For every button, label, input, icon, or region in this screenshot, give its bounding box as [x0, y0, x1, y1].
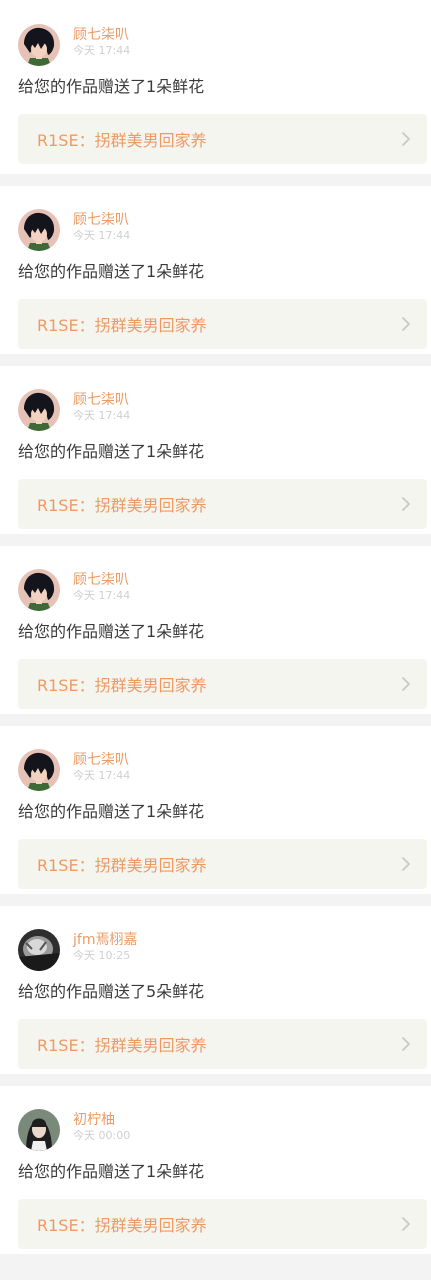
work-title: R1SE：拐群美男回家养 — [37, 1036, 207, 1055]
chevron-right-icon — [402, 857, 410, 871]
timestamp: 今天 00:00 — [73, 1129, 131, 1142]
username[interactable]: 初柠柚 — [73, 1111, 130, 1129]
timestamp: 今天 17:44 — [73, 229, 131, 242]
chevron-right-icon — [402, 1037, 410, 1051]
gift-message: 给您的作品赠送了1朵鲜花 — [18, 77, 205, 96]
chevron-right-icon — [402, 677, 410, 691]
work-title: R1SE：拐群美男回家养 — [37, 316, 207, 335]
timestamp: 今天 17:44 — [73, 769, 131, 782]
timestamp: 今天 17:44 — [73, 409, 131, 422]
notification-card: 初柠柚 今天 00:00 给您的作品赠送了1朵鲜花 R1SE：拐群美男回家养 — [0, 1086, 431, 1254]
work-title: R1SE：拐群美男回家养 — [37, 1216, 207, 1235]
work-title: R1SE：拐群美男回家养 — [37, 856, 207, 875]
chevron-right-icon — [402, 497, 410, 511]
anime-avatar-icon[interactable] — [18, 209, 60, 251]
photo-avatar-icon[interactable] — [18, 929, 60, 971]
notification-card: 顾七柒叭 今天 17:44 给您的作品赠送了1朵鲜花 R1SE：拐群美男回家养 — [0, 0, 431, 174]
timestamp: 今天 17:44 — [73, 44, 131, 57]
work-title: R1SE：拐群美男回家养 — [37, 131, 207, 150]
work-link[interactable]: R1SE：拐群美男回家养 — [18, 114, 427, 164]
chevron-right-icon — [402, 132, 410, 146]
anime-avatar-icon[interactable] — [18, 749, 60, 791]
work-link[interactable]: R1SE：拐群美男回家养 — [18, 299, 427, 349]
work-link[interactable]: R1SE：拐群美男回家养 — [18, 479, 427, 529]
username[interactable]: 顾七柒叭 — [73, 751, 130, 769]
username[interactable]: 顾七柒叭 — [73, 211, 130, 229]
timestamp: 今天 17:44 — [73, 589, 131, 602]
anime-avatar-icon[interactable] — [18, 389, 60, 431]
flower-notification-list: 顾七柒叭 今天 17:44 给您的作品赠送了1朵鲜花 R1SE：拐群美男回家养 — [0, 0, 431, 1266]
username[interactable]: 顾七柒叭 — [73, 391, 130, 409]
gift-message: 给您的作品赠送了1朵鲜花 — [18, 442, 205, 461]
anime-avatar-icon[interactable] — [18, 24, 60, 66]
work-link[interactable]: R1SE：拐群美男回家养 — [18, 1019, 427, 1069]
work-link[interactable]: R1SE：拐群美男回家养 — [18, 659, 427, 709]
chevron-right-icon — [402, 1217, 410, 1231]
work-title: R1SE：拐群美男回家养 — [37, 676, 207, 695]
work-title: R1SE：拐群美男回家养 — [37, 496, 207, 515]
timestamp: 今天 10:25 — [73, 949, 131, 962]
notification-card: 顾七柒叭 今天 17:44 给您的作品赠送了1朵鲜花 R1SE：拐群美男回家养 — [0, 366, 431, 534]
gift-message: 给您的作品赠送了5朵鲜花 — [18, 982, 205, 1001]
username[interactable]: 顾七柒叭 — [73, 26, 130, 44]
gift-message: 给您的作品赠送了1朵鲜花 — [18, 1162, 205, 1181]
notification-card: jfm焉栩嘉 今天 10:25 给您的作品赠送了5朵鲜花 R1SE：拐群美男回家… — [0, 906, 431, 1074]
gift-message: 给您的作品赠送了1朵鲜花 — [18, 262, 205, 281]
notification-card: 顾七柒叭 今天 17:44 给您的作品赠送了1朵鲜花 R1SE：拐群美男回家养 — [0, 546, 431, 714]
chevron-right-icon — [402, 317, 410, 331]
anime-avatar-icon[interactable] — [18, 569, 60, 611]
username[interactable]: jfm焉栩嘉 — [73, 931, 137, 949]
notification-card: 顾七柒叭 今天 17:44 给您的作品赠送了1朵鲜花 R1SE：拐群美男回家养 — [0, 186, 431, 354]
gift-message: 给您的作品赠送了1朵鲜花 — [18, 802, 205, 821]
username[interactable]: 顾七柒叭 — [73, 571, 130, 589]
work-link[interactable]: R1SE：拐群美男回家养 — [18, 839, 427, 889]
work-link[interactable]: R1SE：拐群美男回家养 — [18, 1199, 427, 1249]
gift-message: 给您的作品赠送了1朵鲜花 — [18, 622, 205, 641]
portrait-avatar-icon[interactable] — [18, 1109, 60, 1151]
notification-card: 顾七柒叭 今天 17:44 给您的作品赠送了1朵鲜花 R1SE：拐群美男回家养 — [0, 726, 431, 894]
